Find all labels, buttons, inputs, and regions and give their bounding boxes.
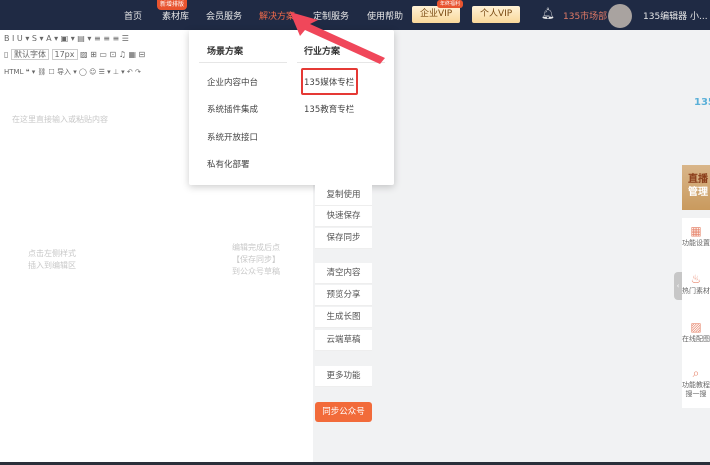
tool-label: 功能教程 搜一搜 [682,381,710,398]
live-banner[interactable]: 直播 管理 [682,165,710,210]
tool-search[interactable]: ⌕ 功能教程 搜一搜 [682,362,710,408]
logo: 135 [694,97,710,108]
preview-button[interactable]: 预览分享 [315,285,372,306]
banner-line: 管理 [688,187,708,198]
sync-wechat-button[interactable]: 同步公众号 [315,402,372,422]
tool-image[interactable]: ▨ 在线配图 [682,314,710,362]
long-image-button[interactable]: 生成长图 [315,307,372,328]
collapse-handle[interactable]: ‹ [674,272,682,300]
search-icon: ⌕ [692,366,700,380]
right-panel: ▦ 功能设置 ♨ 热门素材 ▨ 在线配图 ⌕ 功能教程 搜一搜 [682,218,710,408]
grid-icon: ▦ [690,224,702,238]
fire-icon: ♨ [690,272,702,286]
cloud-draft-button[interactable]: 云端草稿 [315,330,372,351]
more-button[interactable]: 更多功能 [315,366,372,387]
tool-label: 在线配图 [682,335,710,343]
image-icon: ▨ [690,320,702,334]
clear-button[interactable]: 清空内容 [315,263,372,284]
tool-settings[interactable]: ▦ 功能设置 [682,218,710,266]
tool-hot[interactable]: ♨ 热门素材 [682,266,710,314]
tool-label: 功能设置 [682,239,710,247]
save-sync-button[interactable]: 保存同步 [315,228,372,249]
tool-label: 热门素材 [682,287,710,295]
quick-save-button[interactable]: 快速保存 [315,206,372,227]
copy-button[interactable]: 复制使用 [315,185,372,206]
banner-line: 直播 [688,174,708,185]
